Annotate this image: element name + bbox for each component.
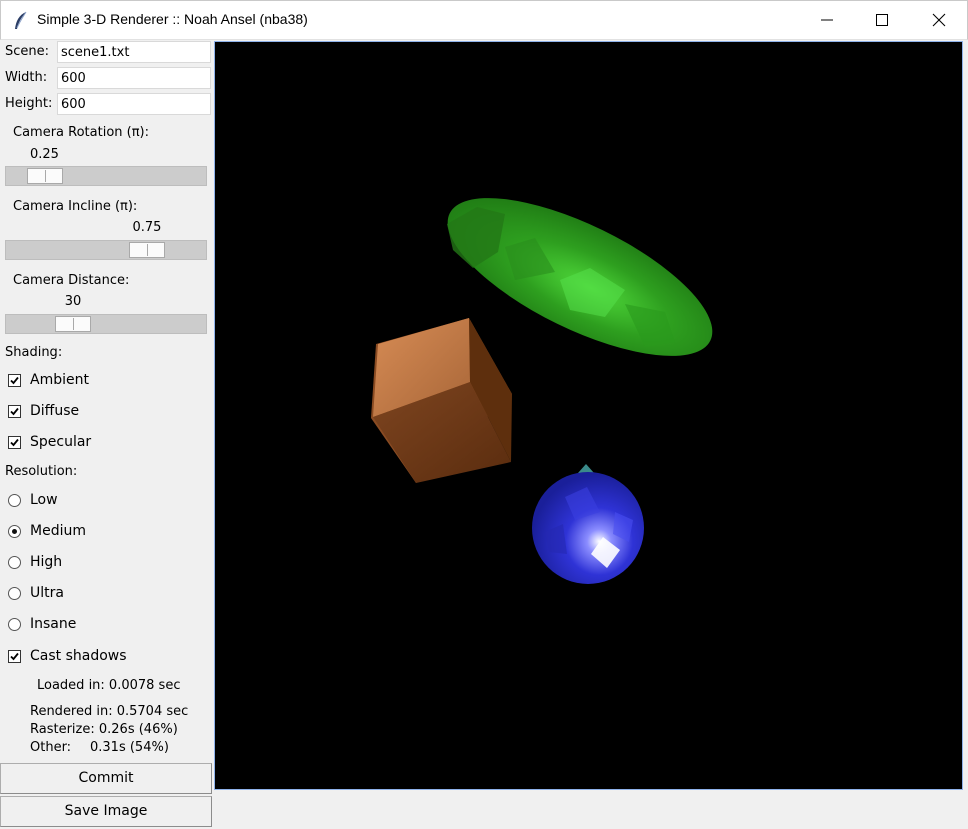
scene-input[interactable] [57,41,211,63]
control-panel: Scene: Width: Height: Camera Rotation (π… [0,40,214,829]
ultra-radio[interactable] [8,587,21,600]
width-input[interactable] [57,67,211,89]
height-label: Height: [5,96,53,111]
cast-shadows-label: Cast shadows [30,648,127,664]
title-bar: Simple 3-D Renderer :: Noah Ansel (nba38… [0,0,968,40]
other-time-value: 0.31s (54%) [90,740,169,755]
camera-rotation-slider[interactable] [5,166,207,186]
ambient-checkbox[interactable] [8,374,21,387]
specular-label: Specular [30,434,92,450]
camera-rotation-value: 0.25 [30,147,59,162]
checkmark-icon [10,438,19,447]
camera-incline-slider[interactable] [5,240,207,260]
high-label: High [30,554,63,570]
rendered-time: Rendered in: 0.5704 sec [30,704,189,719]
ambient-label: Ambient [30,372,89,388]
resolution-label: Resolution: [5,464,78,479]
close-button[interactable] [915,1,963,39]
other-time-label: Other: [30,740,72,755]
camera-distance-slider[interactable] [5,314,207,334]
diffuse-label: Diffuse [30,403,80,419]
low-label: Low [30,492,58,508]
rasterize-time: Rasterize: 0.26s (46%) [30,722,178,737]
camera-distance-thumb[interactable] [55,316,92,332]
low-radio[interactable] [8,494,21,507]
width-label: Width: [5,70,48,85]
medium-label: Medium [30,523,86,539]
insane-label: Insane [30,616,77,632]
minimize-button[interactable] [803,1,851,39]
specular-checkbox[interactable] [8,436,21,449]
height-input[interactable] [57,93,211,115]
shading-label: Shading: [5,345,63,360]
rendered-scene [371,198,713,584]
close-icon [932,13,946,27]
ultra-label: Ultra [30,585,64,601]
high-radio[interactable] [8,556,21,569]
checkmark-icon [10,376,19,385]
maximize-icon [876,14,888,26]
scene-label: Scene: [5,44,50,59]
diffuse-checkbox[interactable] [8,405,21,418]
commit-button[interactable]: Commit [0,763,212,794]
feather-icon [13,11,29,31]
camera-incline-label: Camera Incline (π): [13,199,138,214]
insane-radio[interactable] [8,618,21,631]
brown-cube [371,318,512,483]
window-title: Simple 3-D Renderer :: Noah Ansel (nba38… [37,11,308,27]
loaded-time: Loaded in: 0.0078 sec [37,678,181,693]
camera-distance-value: 30 [64,294,82,309]
medium-radio[interactable] [8,525,21,538]
camera-rotation-thumb[interactable] [26,168,63,184]
cast-shadows-checkbox[interactable] [8,650,21,663]
checkmark-icon [10,407,19,416]
camera-incline-thumb[interactable] [129,242,165,258]
minimize-icon [821,19,833,21]
camera-incline-value: 0.75 [132,220,162,235]
save-image-button[interactable]: Save Image [0,796,212,827]
checkmark-icon [10,652,19,661]
maximize-button[interactable] [858,1,906,39]
camera-rotation-label: Camera Rotation (π): [13,125,149,140]
camera-distance-label: Camera Distance: [13,273,130,288]
blue-sphere [532,464,644,584]
render-canvas[interactable] [214,41,963,790]
